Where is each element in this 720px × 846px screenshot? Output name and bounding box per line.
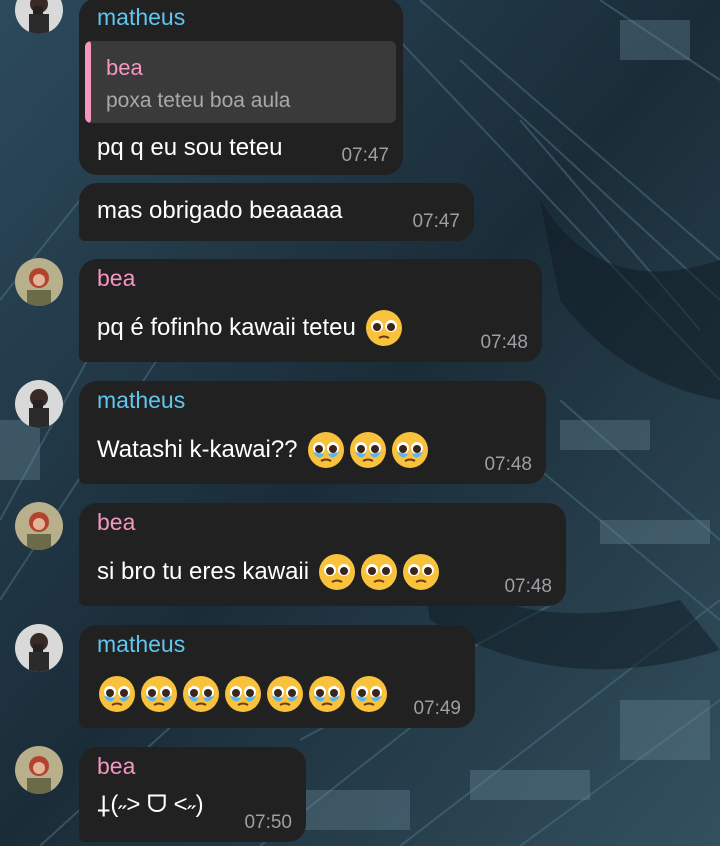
reply-accent-bar	[85, 41, 91, 123]
avatar-matheus[interactable]	[15, 624, 63, 672]
crying-pleading-face-emoji	[307, 674, 347, 714]
message-sender[interactable]: matheus	[97, 631, 185, 658]
message-content: pq é fofinho kawaii teteu	[97, 308, 404, 348]
message-time: 07:48	[504, 576, 552, 597]
message-text: Watashi k-kawai??	[97, 436, 298, 463]
crying-pleading-face-emoji	[223, 674, 263, 714]
message-sender[interactable]: matheus	[97, 387, 185, 414]
pleading-face-emoji	[364, 308, 404, 348]
message-bubble[interactable]: matheus Watashi k-kawai?? 07:48	[79, 381, 546, 484]
chat-area: matheus bea poxa teteu boa aula pq q eu …	[0, 0, 720, 846]
crying-pleading-face-emoji	[349, 674, 389, 714]
message-bubble[interactable]: bea pq é fofinho kawaii teteu 07:48	[79, 259, 542, 362]
message-sender[interactable]: bea	[97, 509, 135, 536]
message-text: mas obrigado beaaaaa	[97, 197, 343, 224]
message-content: si bro tu eres kawaii	[97, 552, 441, 592]
reply-sender: bea	[106, 55, 143, 80]
message-text: pq q eu sou teteu	[97, 134, 283, 161]
message-content: Watashi k-kawai??	[97, 430, 430, 470]
message-sender[interactable]: bea	[97, 753, 135, 780]
crying-pleading-face-emoji	[265, 674, 305, 714]
message-time: 07:48	[484, 454, 532, 475]
reply-text: poxa teteu boa aula	[106, 89, 291, 112]
crying-pleading-face-emoji	[390, 430, 430, 470]
avatar-bea[interactable]	[15, 746, 63, 794]
reply-quote[interactable]: bea poxa teteu boa aula	[85, 41, 396, 123]
message-content	[97, 674, 389, 714]
avatar-matheus[interactable]	[15, 0, 63, 34]
message-text: pq é fofinho kawaii teteu	[97, 314, 356, 341]
message-time: 07:47	[412, 211, 460, 232]
pleading-face-emoji	[401, 552, 441, 592]
avatar-matheus[interactable]	[15, 380, 63, 428]
message-bubble[interactable]: bea si bro tu eres kawaii 07:48	[79, 503, 566, 606]
pleading-face-emoji	[359, 552, 399, 592]
crying-pleading-face-emoji	[139, 674, 179, 714]
pleading-face-emoji	[317, 552, 357, 592]
message-time: 07:50	[244, 812, 292, 833]
message-sender[interactable]: bea	[97, 265, 135, 292]
message-sender[interactable]: matheus	[97, 4, 185, 31]
message-time: 07:49	[413, 698, 461, 719]
crying-pleading-face-emoji	[306, 430, 346, 470]
message-bubble[interactable]: mas obrigado beaaaaa 07:47	[79, 183, 474, 241]
message-text: si bro tu eres kawaii	[97, 558, 310, 585]
message-bubble[interactable]: matheus 07:49	[79, 625, 475, 728]
crying-pleading-face-emoji	[348, 430, 388, 470]
message-time: 07:47	[341, 145, 389, 166]
message-bubble[interactable]: matheus bea poxa teteu boa aula pq q eu …	[79, 0, 403, 175]
avatar-bea[interactable]	[15, 258, 63, 306]
crying-pleading-face-emoji	[181, 674, 221, 714]
message-bubble[interactable]: bea ⸸(˶> ᗜ <˶) 07:50	[79, 747, 306, 842]
message-text: ⸸(˶> ᗜ <˶)	[97, 791, 204, 818]
avatar-bea[interactable]	[15, 502, 63, 550]
message-time: 07:48	[480, 332, 528, 353]
crying-pleading-face-emoji	[97, 674, 137, 714]
